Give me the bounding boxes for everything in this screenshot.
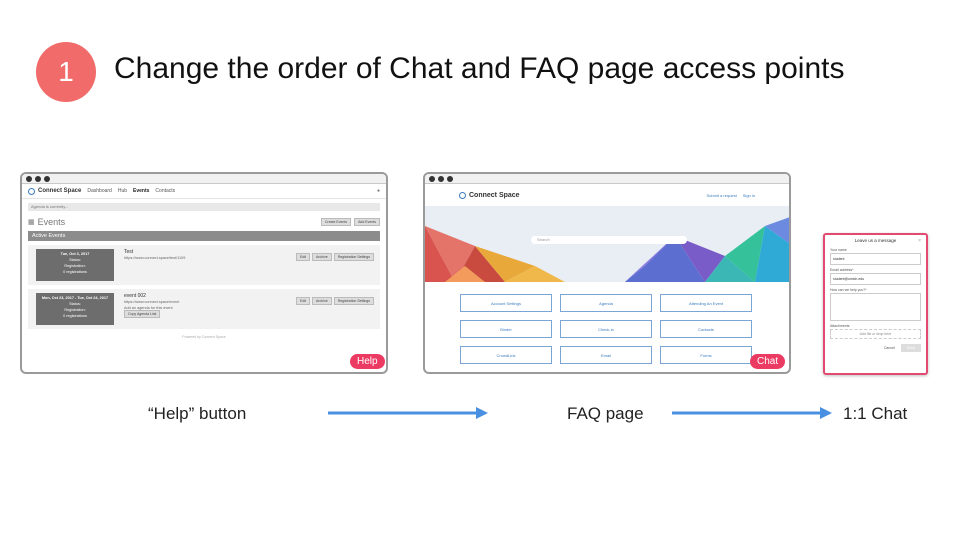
event-card: Tue, Oct 3, 2017 Status: Registration: 0… bbox=[28, 245, 380, 285]
nav-contacts[interactable]: Contacts bbox=[155, 188, 175, 194]
registration-settings-button[interactable]: Registration Settings bbox=[333, 297, 374, 305]
name-field[interactable]: student bbox=[830, 253, 921, 265]
topic-agenda[interactable]: Agenda bbox=[560, 294, 652, 312]
caption-help-button: “Help” button bbox=[148, 404, 247, 423]
event-date-block: Tue, Oct 3, 2017 Status: Registration: 0… bbox=[36, 249, 114, 281]
send-button[interactable]: Send bbox=[900, 344, 921, 352]
message-field[interactable] bbox=[830, 293, 921, 321]
close-icon[interactable]: × bbox=[918, 238, 921, 244]
topic-account-settings[interactable]: Account Settings bbox=[460, 294, 552, 312]
event-date-block: Mon, Oct 23, 2017 - Tue, Oct 24, 2017 St… bbox=[36, 293, 114, 325]
faq-topic-grid: Account Settings Agenda Attending An Eve… bbox=[460, 294, 756, 364]
topic-email[interactable]: Email bbox=[560, 346, 652, 364]
archive-button[interactable]: Archive bbox=[312, 297, 332, 305]
create-events-button[interactable]: Create Events bbox=[320, 218, 352, 226]
nav-events[interactable]: Events bbox=[133, 188, 149, 194]
edit-button[interactable]: Edit bbox=[296, 297, 311, 305]
app-navbar: Connect Space Dashboard Hub Events Conta… bbox=[22, 184, 386, 199]
caption-faq-page: FAQ page bbox=[567, 404, 644, 423]
topic-crowdlink[interactable]: CrowdLink bbox=[460, 346, 552, 364]
agenda-search-bar[interactable]: Agenda is currently... bbox=[28, 203, 380, 211]
event-card: Mon, Oct 23, 2017 - Tue, Oct 24, 2017 St… bbox=[28, 289, 380, 329]
calendar-icon: ▦ bbox=[28, 219, 35, 226]
cancel-button[interactable]: Cancel bbox=[884, 346, 895, 350]
faq-navbar: Connect Space Submit a request Sign in bbox=[425, 184, 789, 206]
event-url[interactable]: https://www.connect.space/test/1109 bbox=[124, 255, 185, 261]
connect-space-logo: Connect Space bbox=[459, 191, 520, 199]
user-avatar-icon[interactable]: ● bbox=[377, 188, 380, 194]
topic-binder[interactable]: Binder bbox=[460, 320, 552, 338]
slide-title: Change the order of Chat and FAQ page ac… bbox=[114, 52, 845, 85]
attachment-dropzone[interactable]: Add file or drop here bbox=[830, 329, 921, 339]
add-events-button[interactable]: Add Events bbox=[354, 218, 380, 226]
copy-agenda-link-button[interactable]: Copy Agenda Link bbox=[124, 310, 161, 318]
window-controls bbox=[425, 174, 789, 184]
faq-hero-banner: Search bbox=[425, 206, 789, 282]
attachments-label: Attachments bbox=[830, 324, 850, 328]
window-controls bbox=[22, 174, 386, 184]
caption-chat: 1:1 Chat bbox=[843, 404, 908, 423]
name-label: Your name bbox=[830, 248, 847, 252]
arrow-right-icon bbox=[328, 407, 488, 419]
email-field[interactable]: student@umich.edu bbox=[830, 273, 921, 285]
nav-dashboard[interactable]: Dashboard bbox=[87, 188, 111, 194]
page-heading: Events bbox=[37, 217, 66, 227]
connect-space-logo: Connect Space bbox=[28, 187, 81, 195]
faq-screenshot: Connect Space Submit a request Sign in S… bbox=[423, 172, 791, 374]
topic-check-in[interactable]: Check-in bbox=[560, 320, 652, 338]
edit-button[interactable]: Edit bbox=[296, 253, 311, 261]
archive-button[interactable]: Archive bbox=[312, 253, 332, 261]
faq-search-input[interactable]: Search bbox=[531, 236, 687, 244]
chat-button[interactable]: Chat bbox=[750, 354, 786, 369]
chat-form-screenshot: Leave us a message × Your name student E… bbox=[823, 233, 928, 375]
help-button[interactable]: Help bbox=[350, 354, 385, 369]
events-screenshot: Connect Space Dashboard Hub Events Conta… bbox=[20, 172, 388, 374]
active-events-section[interactable]: Active Events bbox=[28, 231, 380, 241]
low-poly-mountains bbox=[425, 217, 789, 282]
nav-hub[interactable]: Hub bbox=[118, 188, 127, 194]
chat-form-title: Leave us a message × bbox=[854, 238, 921, 244]
registration-settings-button[interactable]: Registration Settings bbox=[333, 253, 374, 261]
submit-request-link[interactable]: Submit a request bbox=[707, 193, 737, 198]
globe-icon bbox=[28, 187, 35, 195]
email-label: Email address* bbox=[830, 268, 854, 272]
sign-in-link[interactable]: Sign in bbox=[743, 193, 755, 198]
message-label: How can we help you?* bbox=[830, 288, 867, 292]
powered-by-footer: Powered by Connect Space bbox=[182, 335, 226, 339]
topic-contacts[interactable]: Contacts bbox=[660, 320, 752, 338]
topic-attending-an-event[interactable]: Attending An Event bbox=[660, 294, 752, 312]
step-number-badge: 1 bbox=[36, 42, 96, 102]
globe-icon bbox=[459, 191, 466, 199]
arrow-right-icon bbox=[672, 407, 832, 419]
topic-forms[interactable]: Forms bbox=[660, 346, 752, 364]
